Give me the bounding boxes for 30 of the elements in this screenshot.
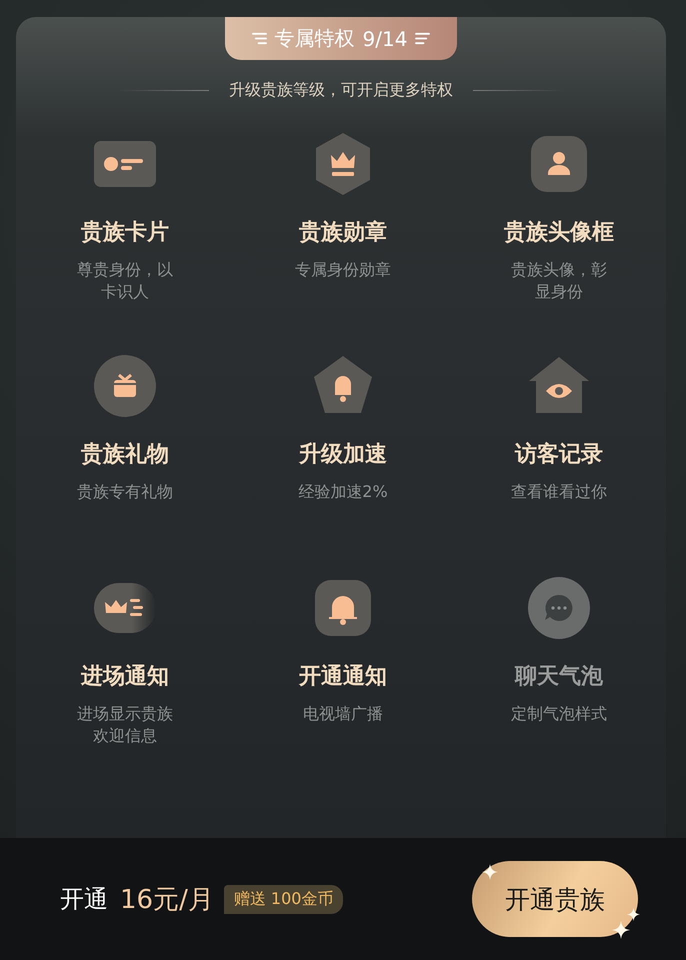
perk-title: 贵族头像框 xyxy=(504,219,614,247)
perk-description: 电视墙广播 xyxy=(302,703,384,725)
perk-title: 进场通知 xyxy=(81,663,169,691)
perk-title: 贵族礼物 xyxy=(81,441,169,469)
perk-description: 专属身份勋章 xyxy=(294,259,392,281)
open-nobility-button[interactable]: 开通贵族 xyxy=(472,861,638,937)
lines-icon xyxy=(252,32,267,45)
perk-title: 升级加速 xyxy=(299,441,387,469)
subtitle: 升级贵族等级，可开启更多特权 xyxy=(229,80,453,101)
bonus-coins-badge: 赠送 100金币 xyxy=(224,884,344,914)
perk-title: 开通通知 xyxy=(299,663,387,691)
open-label: 开通 xyxy=(60,884,108,915)
perk-title: 访客记录 xyxy=(515,440,603,469)
perk-description: 尊贵身份，以卡识人 xyxy=(76,259,174,303)
perk-description: 贵族专有礼物 xyxy=(76,481,174,503)
lines-icon xyxy=(415,32,430,45)
perk-title: 贵族勋章 xyxy=(299,219,387,247)
privilege-count: 9/14 xyxy=(362,26,408,50)
perk-title: 贵族卡片 xyxy=(81,219,169,247)
perk-title: 聊天气泡 xyxy=(515,663,603,691)
sparkle-icon xyxy=(482,864,498,880)
perk-description: 定制气泡样式 xyxy=(510,703,608,725)
price: 16元/月 xyxy=(120,884,214,916)
perk-description: 查看谁看过你 xyxy=(510,481,608,503)
sparkle-icon xyxy=(627,908,640,921)
sparkle-icon xyxy=(612,921,630,939)
perk-description: 经验加速2% xyxy=(297,481,389,503)
perk-description: 进场显示贵族欢迎信息 xyxy=(76,703,174,747)
header-title: 专属特权 xyxy=(274,25,355,52)
perk-description: 贵族头像，彰显身份 xyxy=(510,259,608,303)
